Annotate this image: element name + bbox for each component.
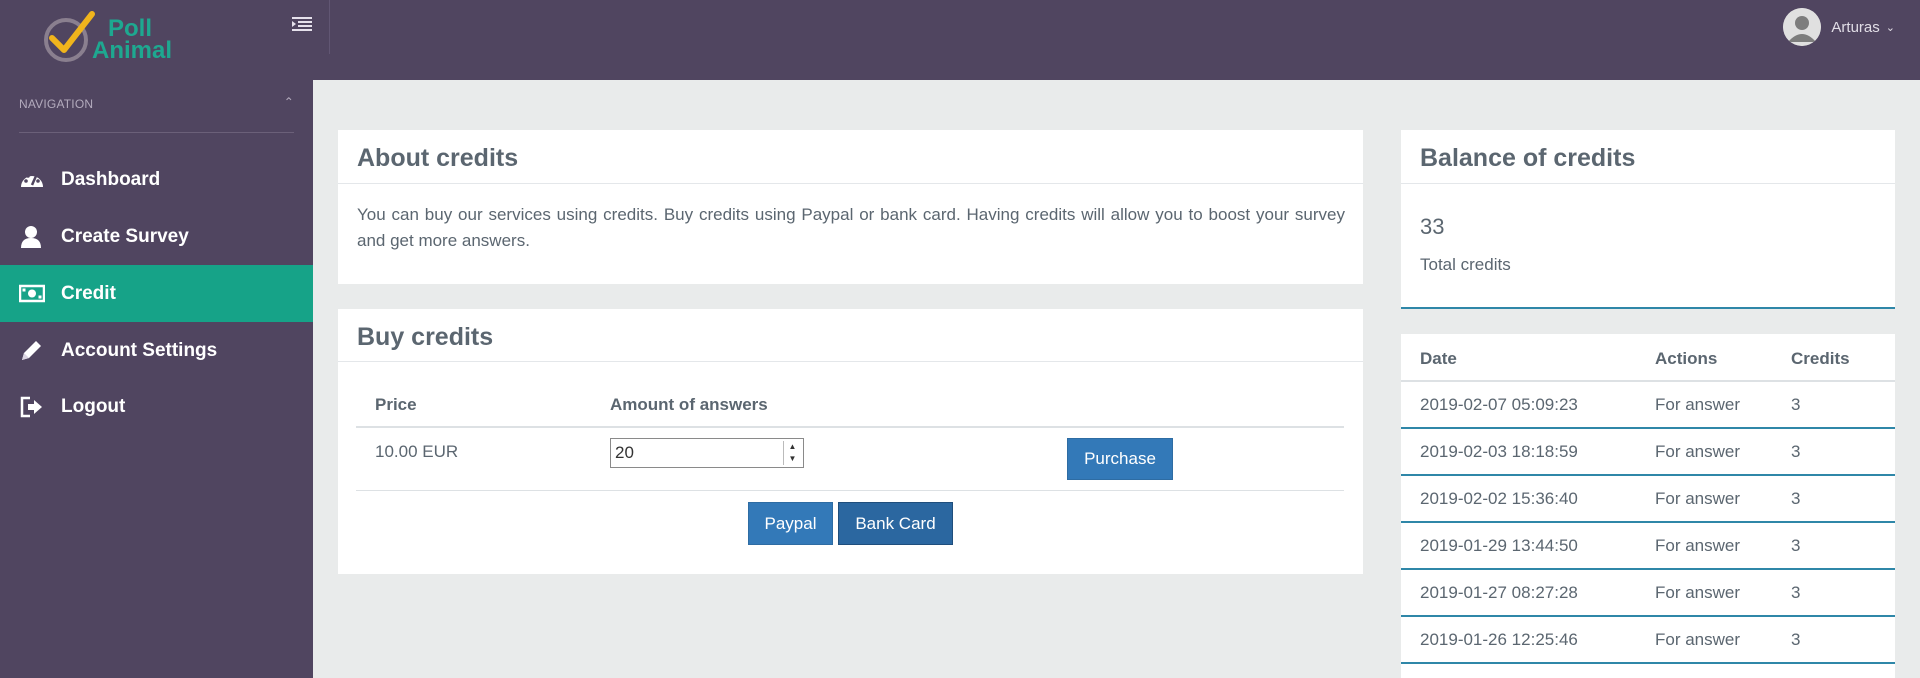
row-action: For answer (1655, 489, 1741, 508)
table-header-divider (356, 426, 1344, 428)
top-bar: Poll Animal Arturas ⌄ (0, 0, 1920, 80)
sidebar-item-logout[interactable]: Logout (0, 378, 313, 435)
dashboard-icon (21, 172, 43, 187)
logout-icon (20, 396, 42, 418)
row-credits: 3 (1791, 583, 1801, 602)
amount-stepper[interactable]: ▲ ▼ (783, 441, 801, 465)
row-date: 2019-01-27 08:27:28 (1420, 583, 1578, 602)
app-logo[interactable]: Poll Animal (42, 10, 202, 68)
about-credits-panel: About credits You can buy our services u… (338, 130, 1363, 284)
chevron-up-icon[interactable]: ⌃ (284, 95, 294, 109)
stepper-down-icon[interactable]: ▼ (784, 453, 801, 465)
column-header-price: Price (375, 395, 417, 414)
row-date: 2019-02-02 15:36:40 (1420, 489, 1578, 508)
avatar-user-icon (1783, 8, 1822, 46)
sidebar-item-account-settings[interactable]: Account Settings (0, 322, 313, 379)
sidebar-item-dashboard[interactable]: Dashboard (0, 151, 313, 208)
panel-divider (1401, 183, 1895, 184)
row-credits: 3 (1791, 630, 1801, 649)
user-icon (21, 226, 41, 248)
sidebar-item-credit[interactable]: Credit (0, 265, 313, 322)
panel-divider (338, 361, 1363, 362)
sidebar: NAVIGATION ⌃ Dashboard Create Survey Cre… (0, 80, 313, 678)
menu-toggle-icon[interactable] (292, 16, 314, 36)
sidebar-item-label: Create Survey (61, 226, 189, 247)
row-credits: 3 (1791, 395, 1801, 414)
row-action: For answer (1655, 395, 1741, 414)
price-value: 10.00 EUR (375, 442, 459, 461)
amount-value: 20 (615, 443, 634, 462)
row-credits: 3 (1791, 442, 1801, 461)
row-date: 2019-01-26 12:25:46 (1420, 630, 1578, 649)
about-text: You can buy our services using credits. … (357, 205, 1345, 250)
row-divider (1401, 662, 1895, 664)
table-row-divider (356, 490, 1344, 491)
sidebar-item-label: Dashboard (61, 169, 161, 190)
row-divider (1401, 615, 1895, 617)
row-credits: 3 (1791, 489, 1801, 508)
credit-history-table: Date Actions Credits 2019-02-07 05:09:23… (1401, 334, 1895, 678)
panel-title: Balance of credits (1420, 144, 1636, 172)
nav-header-label: NAVIGATION (19, 97, 94, 111)
row-credits: 3 (1791, 536, 1801, 555)
sidebar-item-label: Credit (61, 283, 116, 304)
avatar (1783, 8, 1822, 46)
total-credits-label: Total credits (1420, 255, 1511, 274)
sidebar-item-label: Logout (61, 396, 126, 417)
sidebar-item-create-survey[interactable]: Create Survey (0, 208, 313, 265)
row-action: For answer (1655, 583, 1741, 602)
paypal-button[interactable]: Paypal (748, 502, 833, 545)
bank-card-button[interactable]: Bank Card (838, 502, 953, 545)
user-menu[interactable]: Arturas ⌄ (1783, 8, 1895, 46)
row-divider (1401, 521, 1895, 523)
row-divider (1401, 568, 1895, 570)
panel-divider (338, 183, 1363, 184)
purchase-button[interactable]: Purchase (1067, 438, 1173, 480)
column-header-credits: Credits (1791, 349, 1850, 368)
row-date: 2019-02-07 05:09:23 (1420, 395, 1578, 414)
chevron-down-icon: ⌄ (1885, 21, 1895, 34)
column-header-actions: Actions (1655, 349, 1718, 368)
nav-header[interactable]: NAVIGATION ⌃ (19, 95, 294, 111)
row-divider (1401, 474, 1895, 476)
stepper-up-icon[interactable]: ▲ (784, 441, 801, 453)
sidebar-item-label: Account Settings (61, 340, 218, 361)
buy-credits-panel: Buy credits Price Amount of answers 10.0… (338, 309, 1363, 574)
pencil-icon (22, 341, 41, 360)
logo-line-2: Animal (92, 37, 173, 64)
nav-divider (19, 132, 294, 133)
row-divider (1401, 427, 1895, 429)
money-icon (19, 284, 45, 303)
column-header-date: Date (1420, 349, 1457, 368)
row-action: For answer (1655, 442, 1741, 461)
column-header-amount: Amount of answers (610, 395, 768, 414)
panel-bottom-border (1401, 307, 1895, 309)
row-action: For answer (1655, 536, 1741, 555)
row-action: For answer (1655, 630, 1741, 649)
table-header-divider (1401, 380, 1895, 382)
topbar-divider (329, 0, 330, 54)
user-name: Arturas (1831, 18, 1880, 36)
amount-input[interactable]: 20 ▲ ▼ (610, 438, 804, 468)
logo-text: Poll Animal (92, 17, 172, 63)
panel-title: About credits (357, 144, 519, 172)
row-date: 2019-02-03 18:18:59 (1420, 442, 1578, 461)
balance-panel: Balance of credits 33 Total credits (1401, 130, 1895, 309)
total-credits-value: 33 (1420, 214, 1445, 239)
row-date: 2019-01-29 13:44:50 (1420, 536, 1578, 555)
panel-title: Buy credits (357, 323, 494, 351)
